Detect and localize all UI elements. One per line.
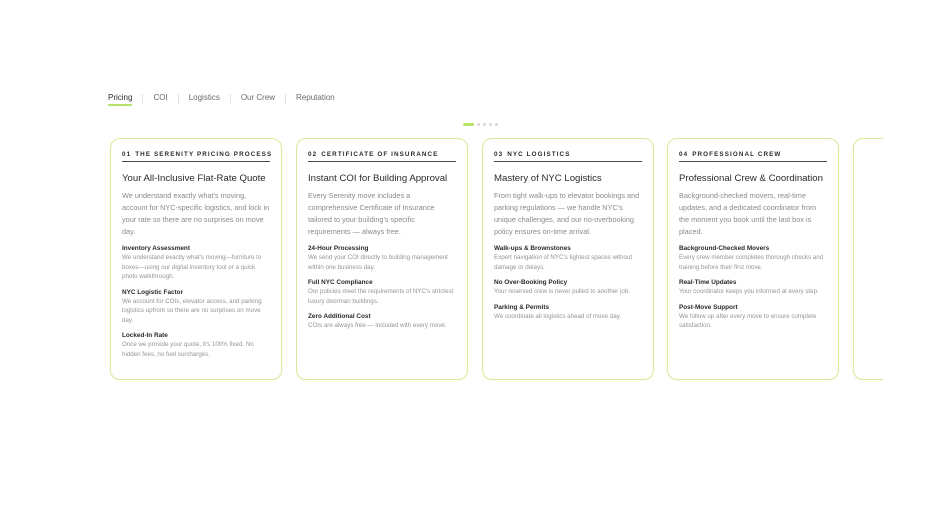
card-description: Every Serenity move includes a comprehen… bbox=[308, 191, 435, 236]
card-heading-text: THE SERENITY PRICING PROCESS bbox=[135, 151, 273, 158]
feature-title: Full NYC Compliance bbox=[308, 279, 373, 286]
feature-title: Walk-ups & Brownstones bbox=[494, 245, 571, 252]
feature-title: Parking & Permits bbox=[494, 303, 550, 311]
tab-our-crew[interactable]: Our Crew bbox=[241, 93, 275, 106]
carousel-dot-5[interactable] bbox=[495, 123, 498, 126]
feature-item: Real-Time Updates Your coordinator keeps… bbox=[679, 278, 827, 297]
card-number: 03 bbox=[494, 151, 504, 158]
feature-item: 24-Hour Processing We send your COI dire… bbox=[308, 244, 456, 272]
card-heading-text: CERTIFICATE OF INSURANCE bbox=[321, 151, 439, 158]
feature-title: Zero Additional Cost bbox=[308, 313, 371, 320]
feature-description: Our policies meet the requirements of NY… bbox=[308, 288, 454, 305]
feature-item: Inventory Assessment We understand exact… bbox=[122, 244, 270, 282]
feature-item: NYC Logistic Factor We account for COIs,… bbox=[122, 288, 270, 326]
feature-item: Zero Additional Cost COIs are always fre… bbox=[308, 312, 456, 331]
feature-title: Inventory Assessment bbox=[122, 245, 190, 252]
tab-pricing[interactable]: Pricing bbox=[108, 93, 133, 106]
card-heading: 01 THE SERENITY PRICING PROCESS bbox=[122, 151, 273, 162]
tab-divider bbox=[177, 94, 179, 104]
feature-item: Post-Move Support We follow up after eve… bbox=[679, 303, 827, 331]
feature-item: Walk-ups & Brownstones Expert navigation… bbox=[494, 244, 642, 272]
carousel-dots bbox=[463, 123, 498, 126]
tab-logistics[interactable]: Logistics bbox=[189, 93, 220, 106]
feature-item: Full NYC Compliance Our policies meet th… bbox=[308, 278, 456, 306]
feature-description: COIs are always free — included with eve… bbox=[308, 322, 447, 329]
tab-divider bbox=[142, 94, 144, 104]
feature-description: Your reserved crew is never pulled to an… bbox=[494, 288, 630, 295]
feature-title: No Over-Booking Policy bbox=[494, 279, 568, 286]
feature-description: We follow up after every move to ensure … bbox=[679, 312, 817, 330]
feature-title: Real-Time Updates bbox=[679, 279, 737, 286]
carousel-dot-2[interactable] bbox=[477, 123, 480, 126]
feature-item: Background-Checked Movers Every crew mem… bbox=[679, 244, 827, 272]
tab-reputation[interactable]: Reputation bbox=[296, 93, 335, 106]
card-heading: 02 CERTIFICATE OF INSURANCE bbox=[308, 151, 456, 162]
feature-item: Locked-In Rate Once we provide your quot… bbox=[122, 331, 270, 359]
card-description: Background-checked movers, real-time upd… bbox=[679, 191, 817, 236]
feature-description: We account for COIs, elevator access, an… bbox=[122, 297, 262, 324]
tab-coi[interactable]: COI bbox=[153, 93, 167, 106]
feature-description: Once we provide your quote, it's 100% fi… bbox=[122, 341, 254, 358]
feature-description: Your coordinator keeps you informed at e… bbox=[679, 288, 819, 295]
tab-divider bbox=[229, 94, 231, 104]
card-title: Instant COI for Building Approval bbox=[308, 173, 448, 184]
feature-title: Post-Move Support bbox=[679, 303, 738, 311]
feature-title: NYC Logistic Factor bbox=[122, 288, 184, 296]
card-coi: 02 CERTIFICATE OF INSURANCE Instant COI f… bbox=[296, 138, 468, 380]
card-next-partial[interactable] bbox=[853, 138, 883, 380]
card-number: 01 bbox=[122, 151, 132, 158]
feature-description: Expert navigation of NYC's tightest spac… bbox=[494, 254, 633, 271]
section-tabs: Pricing COI Logistics Our Crew Reputatio… bbox=[108, 92, 335, 106]
feature-title: 24-Hour Processing bbox=[308, 245, 369, 252]
card-logistics: 03 NYC LOGISTICS Mastery of NYC Logistics… bbox=[482, 138, 654, 380]
feature-title: Locked-In Rate bbox=[122, 332, 168, 339]
tab-divider bbox=[285, 94, 287, 104]
feature-description: We send your COI directly to building ma… bbox=[308, 254, 448, 271]
card-heading-text: NYC LOGISTICS bbox=[507, 151, 571, 158]
card-title: Professional Crew & Coordination bbox=[679, 173, 823, 184]
card-pricing: 01 THE SERENITY PRICING PROCESS Your All-… bbox=[110, 138, 282, 380]
feature-title: Background-Checked Movers bbox=[679, 245, 770, 252]
card-heading: 04 PROFESSIONAL CREW bbox=[679, 151, 827, 162]
card-title: Your All-Inclusive Flat-Rate Quote bbox=[122, 173, 266, 184]
carousel-dot-3[interactable] bbox=[483, 123, 486, 126]
card-number: 04 bbox=[679, 151, 689, 158]
card-description: From tight walk-ups to elevator bookings… bbox=[494, 191, 640, 236]
feature-item: Parking & Permits We coordinate all logi… bbox=[494, 303, 642, 322]
card-crew: 04 PROFESSIONAL CREW Professional Crew & … bbox=[667, 138, 839, 380]
carousel-dot-4[interactable] bbox=[489, 123, 492, 126]
card-heading: 03 NYC LOGISTICS bbox=[494, 151, 642, 162]
feature-description: We coordinate all logistics ahead of mov… bbox=[494, 312, 622, 320]
card-number: 02 bbox=[308, 151, 318, 158]
card-description: We understand exactly what's moving, acc… bbox=[122, 191, 270, 236]
feature-item: No Over-Booking Policy Your reserved cre… bbox=[494, 278, 642, 297]
carousel-dot-1[interactable] bbox=[463, 123, 474, 126]
feature-description: Every crew member completes thorough che… bbox=[679, 254, 824, 271]
card-title: Mastery of NYC Logistics bbox=[494, 173, 602, 184]
feature-description: We understand exactly what's moving—furn… bbox=[122, 254, 262, 280]
card-heading-text: PROFESSIONAL CREW bbox=[692, 151, 782, 158]
